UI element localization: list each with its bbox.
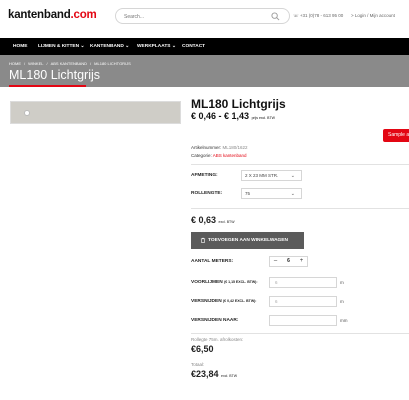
sku-label: Artikelnummer: bbox=[191, 145, 222, 150]
unit-price-suffix: excl. BTW bbox=[218, 220, 235, 224]
page-title: ML180 Lichtgrijs bbox=[9, 68, 101, 82]
versnijden-unit: m bbox=[340, 299, 344, 304]
breadcrumb: HOME / WINKEL / ABS KANTENBAND / ML180 LICHTGR… bbox=[9, 61, 134, 66]
versnijden-naar-label: VERSNIJDEN NAAR: bbox=[191, 318, 239, 323]
voorlijmen-label-text: VOORLIJMEN bbox=[191, 280, 223, 285]
product-image[interactable] bbox=[10, 101, 181, 124]
total-price-suffix: excl. BTW bbox=[221, 374, 237, 378]
total-label: Totaal: bbox=[191, 362, 205, 367]
main-nav: HOME LIJMEN & KITTEN ⌄ KANTENBAND ⌄ WERK… bbox=[0, 38, 409, 55]
sku-value: ML180/1622 bbox=[222, 145, 248, 150]
category-label: Categorie: bbox=[191, 153, 212, 158]
versnijden-label: VERSNIJDEN (€ 0,42 EXCL. BTW): bbox=[191, 299, 256, 304]
page-hero: HOME / WINKEL / ABS KANTENBAND / ML180 LICHTGR… bbox=[0, 55, 409, 87]
breadcrumb-separator: / bbox=[90, 61, 92, 66]
voorlijmen-label: VOORLIJMEN (€ 1,15 EXCL. BTW): bbox=[191, 280, 258, 285]
divider bbox=[191, 164, 409, 165]
product-title: ML180 Lichtgrijs bbox=[191, 97, 286, 111]
rollengte-value: 75 bbox=[245, 191, 251, 196]
voorlijmen-note: (€ 1,15 EXCL. BTW): bbox=[224, 280, 258, 284]
nav-item-werkplaats[interactable]: WERKPLAATS ⌄ bbox=[137, 38, 176, 55]
logo-text-suffix: .com bbox=[70, 9, 97, 21]
breadcrumb-winkel[interactable]: WINKEL bbox=[28, 61, 43, 66]
quantity-increase-button[interactable]: + bbox=[296, 257, 307, 266]
sample-button[interactable]: Sample a bbox=[383, 129, 409, 142]
unit-price: € 0,63 excl. BTW bbox=[191, 215, 235, 225]
versnijden-field[interactable]: 6 bbox=[269, 296, 337, 307]
voorlijmen-field[interactable]: 6 bbox=[269, 277, 337, 288]
chevron-down-icon: ⌄ bbox=[290, 191, 295, 197]
phone-icon: ☏ bbox=[293, 13, 300, 18]
sku-row: Artikelnummer: ML180/1622 bbox=[191, 145, 248, 150]
logo-text-main: kantenband bbox=[8, 9, 71, 21]
add-to-cart-button[interactable]: TOEVOEGEN AAN WINKELWAGEN bbox=[191, 232, 304, 249]
chevron-down-icon: ⌄ bbox=[290, 173, 295, 179]
total-price: €23,84 excl. BTW bbox=[191, 369, 237, 379]
divider bbox=[191, 208, 409, 209]
collection-cost-price: €6,50 bbox=[191, 344, 214, 354]
category-row: Categorie: ABS kantenband bbox=[191, 153, 247, 158]
breadcrumb-abs-kantenband[interactable]: ABS KANTENBAND bbox=[51, 61, 87, 66]
product-image-hole bbox=[24, 110, 30, 116]
search-bar[interactable] bbox=[115, 8, 290, 24]
versnijden-naar-field[interactable] bbox=[269, 315, 337, 326]
total-price-value: €23,84 bbox=[191, 369, 219, 379]
rollengte-select[interactable]: 75 ⌄ bbox=[241, 188, 302, 199]
site-header: kantenband.com ☏ +31 (0)78 - 613 95 00 >… bbox=[0, 0, 409, 38]
nav-item-kantenband[interactable]: KANTENBAND ⌄ bbox=[90, 38, 129, 55]
quantity-value[interactable]: 6 bbox=[281, 257, 296, 266]
breadcrumb-home[interactable]: HOME bbox=[9, 61, 21, 66]
afmeting-value: 2 X 23 MM STR. bbox=[245, 173, 279, 178]
phone-number[interactable]: ☏ +31 (0)78 - 613 95 00 bbox=[293, 13, 343, 19]
price-range-suffix: prijs excl. BTW bbox=[251, 116, 275, 120]
breadcrumb-separator: / bbox=[46, 61, 48, 66]
nav-item-lijmen-kitten[interactable]: LIJMEN & KITTEN ⌄ bbox=[38, 38, 84, 55]
cart-icon bbox=[200, 237, 206, 243]
nav-item-home[interactable]: HOME bbox=[13, 38, 27, 55]
divider bbox=[191, 333, 409, 334]
price-range-value: € 0,46 - € 1,43 bbox=[191, 111, 250, 121]
add-to-cart-label: TOEVOEGEN AAN WINKELWAGEN bbox=[208, 238, 288, 243]
voorlijmen-unit: m bbox=[340, 280, 344, 285]
collection-cost-label: Rollegte 75m. afrolkosten: bbox=[191, 337, 244, 342]
product-price-range: € 0,46 - € 1,43 prijs excl. BTW bbox=[191, 111, 275, 121]
quantity-label: AANTAL METERS: bbox=[191, 259, 234, 264]
quantity-stepper[interactable]: – 6 + bbox=[269, 256, 308, 267]
afmeting-select[interactable]: 2 X 23 MM STR. ⌄ bbox=[241, 170, 302, 181]
search-input[interactable] bbox=[124, 11, 264, 22]
title-underline bbox=[9, 85, 86, 87]
logo[interactable]: kantenband.com bbox=[8, 9, 97, 21]
unit-price-value: € 0,63 bbox=[191, 215, 217, 225]
quantity-decrease-button[interactable]: – bbox=[270, 257, 281, 266]
nav-item-contact[interactable]: CONTACT bbox=[182, 38, 205, 55]
category-link[interactable]: ABS kantenband bbox=[213, 153, 247, 158]
rollengte-label: ROLLENGTE: bbox=[191, 191, 223, 196]
login-link[interactable]: > Login / Mijn account bbox=[351, 13, 395, 18]
versnijden-label-text: VERSNIJDEN bbox=[191, 299, 222, 304]
versnijden-note: (€ 0,42 EXCL. BTW): bbox=[223, 299, 257, 303]
breadcrumb-separator: / bbox=[24, 61, 26, 66]
search-icon[interactable] bbox=[271, 12, 280, 21]
phone-text: +31 (0)78 - 613 95 00 bbox=[299, 13, 344, 18]
versnijden-naar-unit: mm bbox=[340, 318, 348, 323]
breadcrumb-current: ML180 LICHTGRIJS bbox=[94, 61, 131, 66]
afmeting-label: AFMETING: bbox=[191, 173, 218, 178]
